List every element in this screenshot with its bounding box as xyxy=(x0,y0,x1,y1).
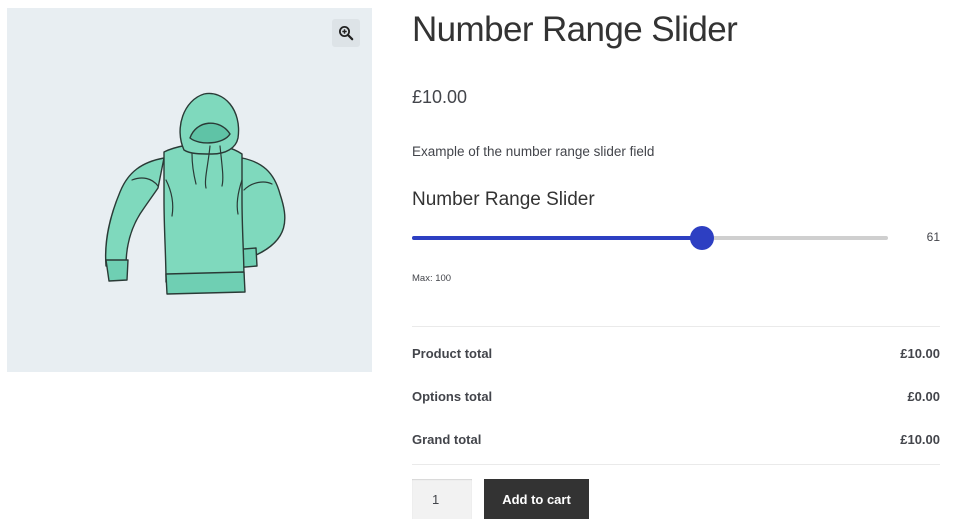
slider-fill xyxy=(412,236,703,240)
grand-total-value: £10.00 xyxy=(900,432,940,447)
slider-thumb[interactable] xyxy=(690,226,715,250)
totals-table: Product total £10.00 Options total £0.00… xyxy=(412,326,940,465)
product-total-value: £10.00 xyxy=(900,346,940,361)
options-total-value: £0.00 xyxy=(907,389,940,404)
options-total-label: Options total xyxy=(412,389,493,404)
zoom-button[interactable] xyxy=(332,19,360,47)
zoom-in-icon xyxy=(339,26,354,41)
product-gallery xyxy=(7,8,372,372)
grand-total-label: Grand total xyxy=(412,432,482,447)
hoodie-image[interactable] xyxy=(92,80,292,310)
slider-field-label: Number Range Slider xyxy=(412,189,595,210)
slider-max-label: Max: 100 xyxy=(412,273,452,284)
product-total-label: Product total xyxy=(412,346,493,361)
add-to-cart-button[interactable]: Add to cart xyxy=(484,479,589,519)
quantity-input[interactable] xyxy=(412,479,472,519)
product-title: Number Range Slider xyxy=(412,10,738,49)
slider-value: 61 xyxy=(926,230,940,244)
number-range-slider[interactable] xyxy=(412,225,888,251)
product-price: £10.00 xyxy=(412,87,468,107)
product-description: Example of the number range slider field xyxy=(412,144,655,159)
